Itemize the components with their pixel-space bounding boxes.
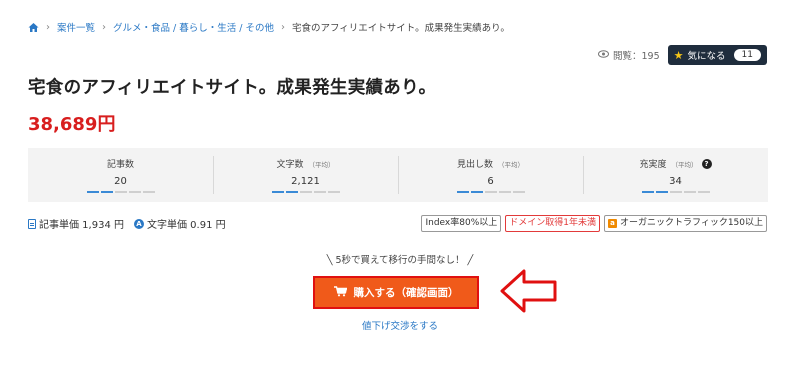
eye-icon: [598, 49, 610, 61]
char-unit-price-text: 文字単価 0.91 円: [147, 220, 226, 231]
star-icon: ★: [673, 48, 684, 62]
stat-value: 34: [669, 176, 682, 187]
promo-text: ╲ 5秒で買えて移行の手間なし！ ╱: [326, 255, 474, 266]
amazon-icon: a: [608, 219, 617, 228]
stat-level-bar: [213, 191, 398, 193]
cart-icon: [333, 285, 347, 300]
stat-level-bar: [583, 191, 768, 193]
chevron-right-icon: ›: [102, 21, 107, 33]
tag-organic-traffic: a オーガニックトラフィック150以上: [604, 215, 767, 232]
favorite-label: 気になる: [687, 51, 726, 62]
page-title: 宅食のアフィリエイトサイト。成果発生実績あり。: [28, 78, 437, 98]
favorite-button[interactable]: ★ 気になる 11: [667, 45, 767, 65]
tag-organic-traffic-text: オーガニックトラフィック150以上: [620, 218, 763, 228]
document-icon: [28, 218, 36, 229]
chevron-right-icon: ›: [46, 21, 50, 33]
favorite-count: 11: [733, 49, 761, 61]
stat-value: 2,121: [291, 176, 320, 187]
char-unit-price: A 文字単価 0.91 円: [134, 216, 226, 231]
buy-button[interactable]: 購入する（確認画面）: [313, 276, 479, 309]
stat-articles: 記事数 20: [28, 148, 213, 202]
stat-value: 6: [487, 176, 494, 187]
stat-headings: 見出し数 （平均） 6: [398, 148, 583, 202]
feature-tags: Index率80%以上 ドメイン取得1年未満 a オーガニックトラフィック150…: [421, 215, 767, 232]
stat-level-bar: [398, 191, 583, 193]
home-icon[interactable]: [28, 22, 39, 33]
chevron-right-icon: ›: [281, 21, 285, 33]
stats-panel: 記事数 20 文字数 （平均） 2,121 見出し数 （平均） 6 充実度 （平均）?…: [28, 148, 768, 202]
tag-index-rate: Index率80%以上: [421, 215, 502, 232]
stat-value: 20: [114, 176, 127, 187]
stat-label: 充実度: [639, 160, 667, 170]
tag-domain-age: ドメイン取得1年未満: [505, 215, 600, 232]
stat-label: 文字数: [276, 160, 304, 170]
stat-level-bar: [28, 191, 213, 193]
negotiate-link[interactable]: 値下げ交渉をする: [362, 321, 438, 332]
help-icon[interactable]: ?: [701, 158, 712, 169]
unit-prices: 記事単価 1,934 円 A 文字単価 0.91 円: [28, 216, 236, 231]
view-count: 閲覧：195: [598, 48, 660, 62]
stat-label: 記事数: [106, 160, 134, 170]
negotiate-row: 値下げ交渉をする: [0, 318, 800, 332]
buy-button-label: 購入する（確認画面）: [353, 287, 459, 299]
stat-label: 見出し数: [456, 160, 493, 170]
breadcrumb-link-listings[interactable]: 案件一覧: [57, 20, 95, 34]
stat-characters: 文字数 （平均） 2,121: [213, 148, 398, 202]
breadcrumb-link-category[interactable]: グルメ・食品 / 暮らし・生活 / その他: [113, 20, 274, 34]
breadcrumb-current: 宅食のアフィリエイトサイト。成果発生実績あり。: [292, 23, 510, 34]
stat-sublabel: （平均）: [498, 160, 524, 169]
arrow-left-icon: [500, 268, 558, 318]
article-unit-price-text: 記事単価 1,934 円: [39, 220, 124, 231]
article-unit-price: 記事単価 1,934 円: [28, 216, 124, 231]
view-count-text: 閲覧：195: [613, 51, 660, 62]
listing-meta: 閲覧：195 ★ 気になる 11: [598, 45, 767, 65]
character-icon: A: [134, 218, 144, 229]
price: 38,689円: [28, 114, 116, 135]
stat-richness: 充実度 （平均）? 34: [583, 148, 768, 202]
stat-sublabel: （平均）: [308, 160, 335, 169]
breadcrumb: › 案件一覧 › グルメ・食品 / 暮らし・生活 / その他 › 宅食のアフィリ…: [28, 20, 510, 34]
stat-sublabel: （平均）: [671, 160, 698, 169]
